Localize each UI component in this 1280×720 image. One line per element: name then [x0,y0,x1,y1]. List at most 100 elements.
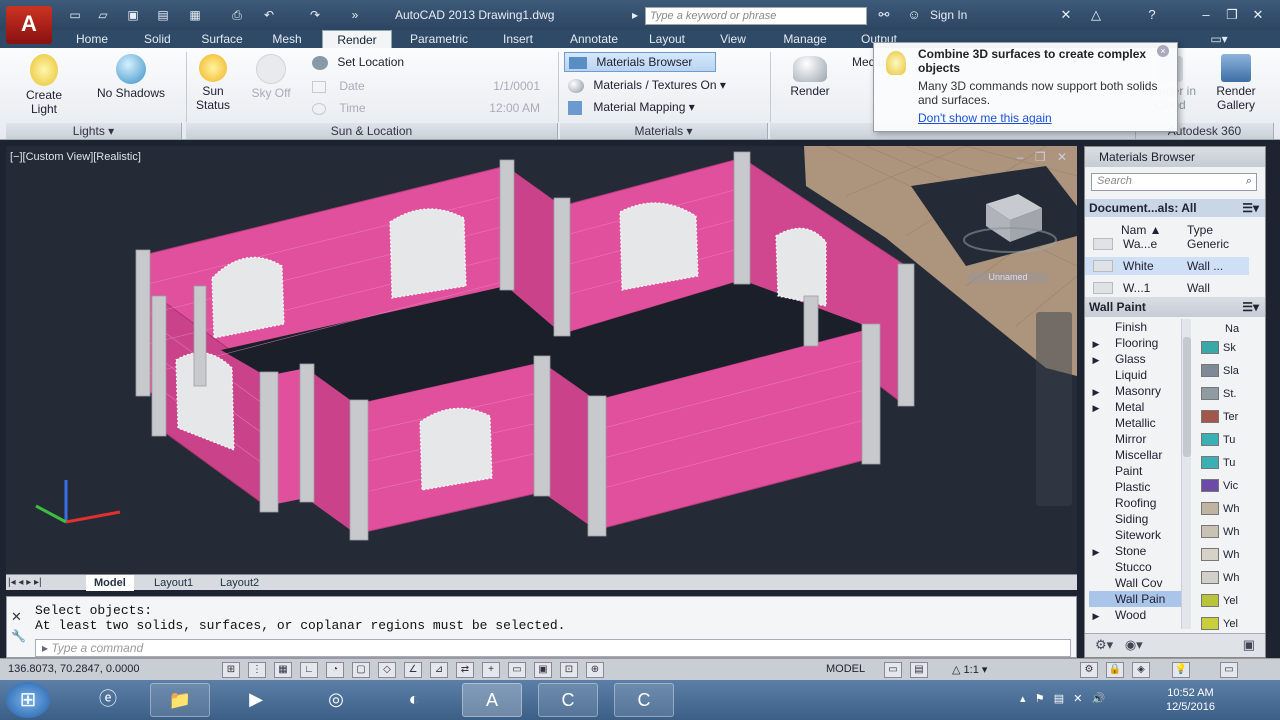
material-row[interactable]: W...1 Wall [1085,279,1249,297]
layout-tab-model[interactable]: Model [86,575,134,591]
tab-render[interactable]: Render [322,30,392,48]
open-icon[interactable]: ▱ [94,7,112,23]
tab-mesh[interactable]: Mesh [268,30,306,48]
no-shadows-button[interactable]: No Shadows [86,54,176,100]
tab-surface[interactable]: Surface [196,30,248,48]
3d-model-scene[interactable] [6,146,1077,574]
lights-panel-label[interactable]: Lights ▾ [6,123,182,139]
wrench-icon[interactable]: 🔧 [11,629,27,645]
material-swatch[interactable] [1201,571,1219,584]
material-mapping-dropdown[interactable]: Material Mapping ▾ [568,99,695,115]
autocad-taskbar-icon[interactable]: A [462,683,522,717]
library-category[interactable]: ▶ Metal [1089,399,1181,415]
materials-search-input[interactable]: Search ⌕ [1091,173,1257,191]
material-swatch[interactable] [1201,548,1219,561]
selection-cycling-icon[interactable]: ⊡ [560,662,578,678]
triangle-icon[interactable]: △ [1086,6,1106,24]
library-category[interactable]: Miscellar [1089,447,1181,463]
expand-arrow-icon[interactable]: ▶ [1089,384,1103,400]
camtasia-icon[interactable]: C [538,683,598,717]
quick-view-drawings-icon[interactable]: ▤ [910,662,928,678]
workspace-switching-icon[interactable]: ⚙ [1080,662,1098,678]
search-icon[interactable]: ⌕ [1246,175,1252,188]
transparency-icon[interactable]: ▭ [508,662,526,678]
expand-arrow-icon[interactable]: ▶ [1089,608,1103,624]
3d-object-snap-icon[interactable]: ◇ [378,662,396,678]
drawing-viewport[interactable]: [−][Custom View][Realistic] Unnamed – ❐ … [6,146,1077,574]
infer-constraints-icon[interactable]: ⊞ [222,662,240,678]
camtasia-recorder-icon[interactable]: C [614,683,674,717]
expand-arrow-icon[interactable]: ▶ [1089,336,1103,352]
ribbon-options-icon[interactable]: ▭▾ [1204,30,1234,48]
start-button[interactable]: ⊞ [6,682,50,718]
library-category[interactable]: Roofing [1089,495,1181,511]
help-icon[interactable]: ? [1142,6,1162,24]
category-scrollbar[interactable] [1181,319,1191,629]
materials-panel-label[interactable]: Materials ▾ [560,123,768,139]
tab-home[interactable]: Home [68,30,116,48]
firefox-icon[interactable]: ◐ [384,683,444,717]
library-category[interactable]: ▶ Flooring [1089,335,1181,351]
material-row[interactable]: Wa...e Generic [1085,235,1249,253]
layout-tab-layout1[interactable]: Layout1 [146,575,201,591]
viewcube-named-view-label[interactable]: Unnamed [968,272,1048,284]
lineweight-icon[interactable]: + [482,662,500,678]
material-swatch[interactable] [1201,456,1219,469]
system-clock[interactable]: 10:52 AM 12/5/2016 [1166,686,1215,714]
library-category[interactable]: Plastic [1089,479,1181,495]
library-category[interactable]: ▶ Glass [1089,351,1181,367]
material-swatch[interactable] [1201,617,1219,630]
quick-properties-icon[interactable]: ▣ [534,662,552,678]
user-icon[interactable]: ☺ [904,6,924,24]
save-as-icon[interactable]: ▤ [154,7,172,23]
dont-show-again-link[interactable]: Don't show me this again [918,111,1169,125]
coordinates-readout[interactable]: 136.8073, 70.2847, 0.0000 [8,663,140,675]
materials-textures-dropdown[interactable]: Materials / Textures On ▾ [568,77,726,93]
sun-status-button[interactable]: Sun Status [190,54,236,112]
plot-preview-icon[interactable]: ▦ [186,7,204,23]
library-category[interactable]: Siding [1089,511,1181,527]
model-space-toggle[interactable]: MODEL [826,663,865,675]
ortho-mode-icon[interactable]: ∟ [300,662,318,678]
material-swatch[interactable] [1201,525,1219,538]
internet-explorer-icon[interactable]: ⓔ [78,683,138,717]
media-player-icon[interactable]: ▶ [226,683,286,717]
tab-view[interactable]: View [712,30,754,48]
new-icon[interactable]: ▭ [66,7,84,23]
minimize-icon[interactable]: – [1196,6,1216,24]
autocad-logo-icon[interactable]: A [6,6,52,44]
quick-view-layouts-icon[interactable]: ▭ [884,662,902,678]
hardware-acceleration-icon[interactable]: ◈ [1132,662,1150,678]
layout-tab-layout2[interactable]: Layout2 [212,575,267,591]
materials-browser-title[interactable]: Materials Browser [1085,147,1265,167]
dynamic-ucs-icon[interactable]: ⊿ [430,662,448,678]
library-category[interactable]: Wall Cov [1089,575,1181,591]
tab-layout[interactable]: Layout [642,30,692,48]
library-category[interactable]: Stucco [1089,559,1181,575]
library-category[interactable]: Mirror [1089,431,1181,447]
sign-in-button[interactable]: Sign In [930,8,967,22]
library-category[interactable]: Liquid [1089,367,1181,383]
date-slider[interactable]: Date 1/1/0001 [312,78,548,94]
sun-location-panel-label[interactable]: Sun & Location [186,123,558,139]
redo-icon[interactable]: ↷ [306,7,324,23]
expand-arrow-icon[interactable]: ▶ [1089,352,1103,368]
grid-display-icon[interactable]: ▦ [274,662,292,678]
print-icon[interactable]: ⎙ [228,7,246,23]
sky-off-button[interactable]: Sky Off [244,54,298,100]
material-swatch[interactable] [1201,341,1219,354]
expand-arrow-icon[interactable]: ▶ [1089,400,1103,416]
viewport-controls-label[interactable]: [−][Custom View][Realistic] [10,151,141,163]
material-swatch[interactable] [1201,387,1219,400]
list-view-icon[interactable]: ☰▾ [1242,199,1259,217]
layout-nav-arrows[interactable]: |◂ ◂ ▸ ▸| [8,575,42,591]
library-category[interactable]: Wall Pain [1089,591,1181,607]
material-swatch[interactable] [1201,479,1219,492]
command-close-icon[interactable]: ✕ [11,609,27,625]
time-slider[interactable]: Time 12:00 AM [312,100,548,116]
library-category[interactable]: ▶ Masonry [1089,383,1181,399]
tooltip-close-icon[interactable]: × [1157,45,1169,57]
exchange-icon[interactable]: ✕ [1056,6,1076,24]
list-view-icon[interactable]: ☰▾ [1242,297,1259,317]
library-header[interactable]: Wall Paint ☰▾ [1085,297,1265,317]
